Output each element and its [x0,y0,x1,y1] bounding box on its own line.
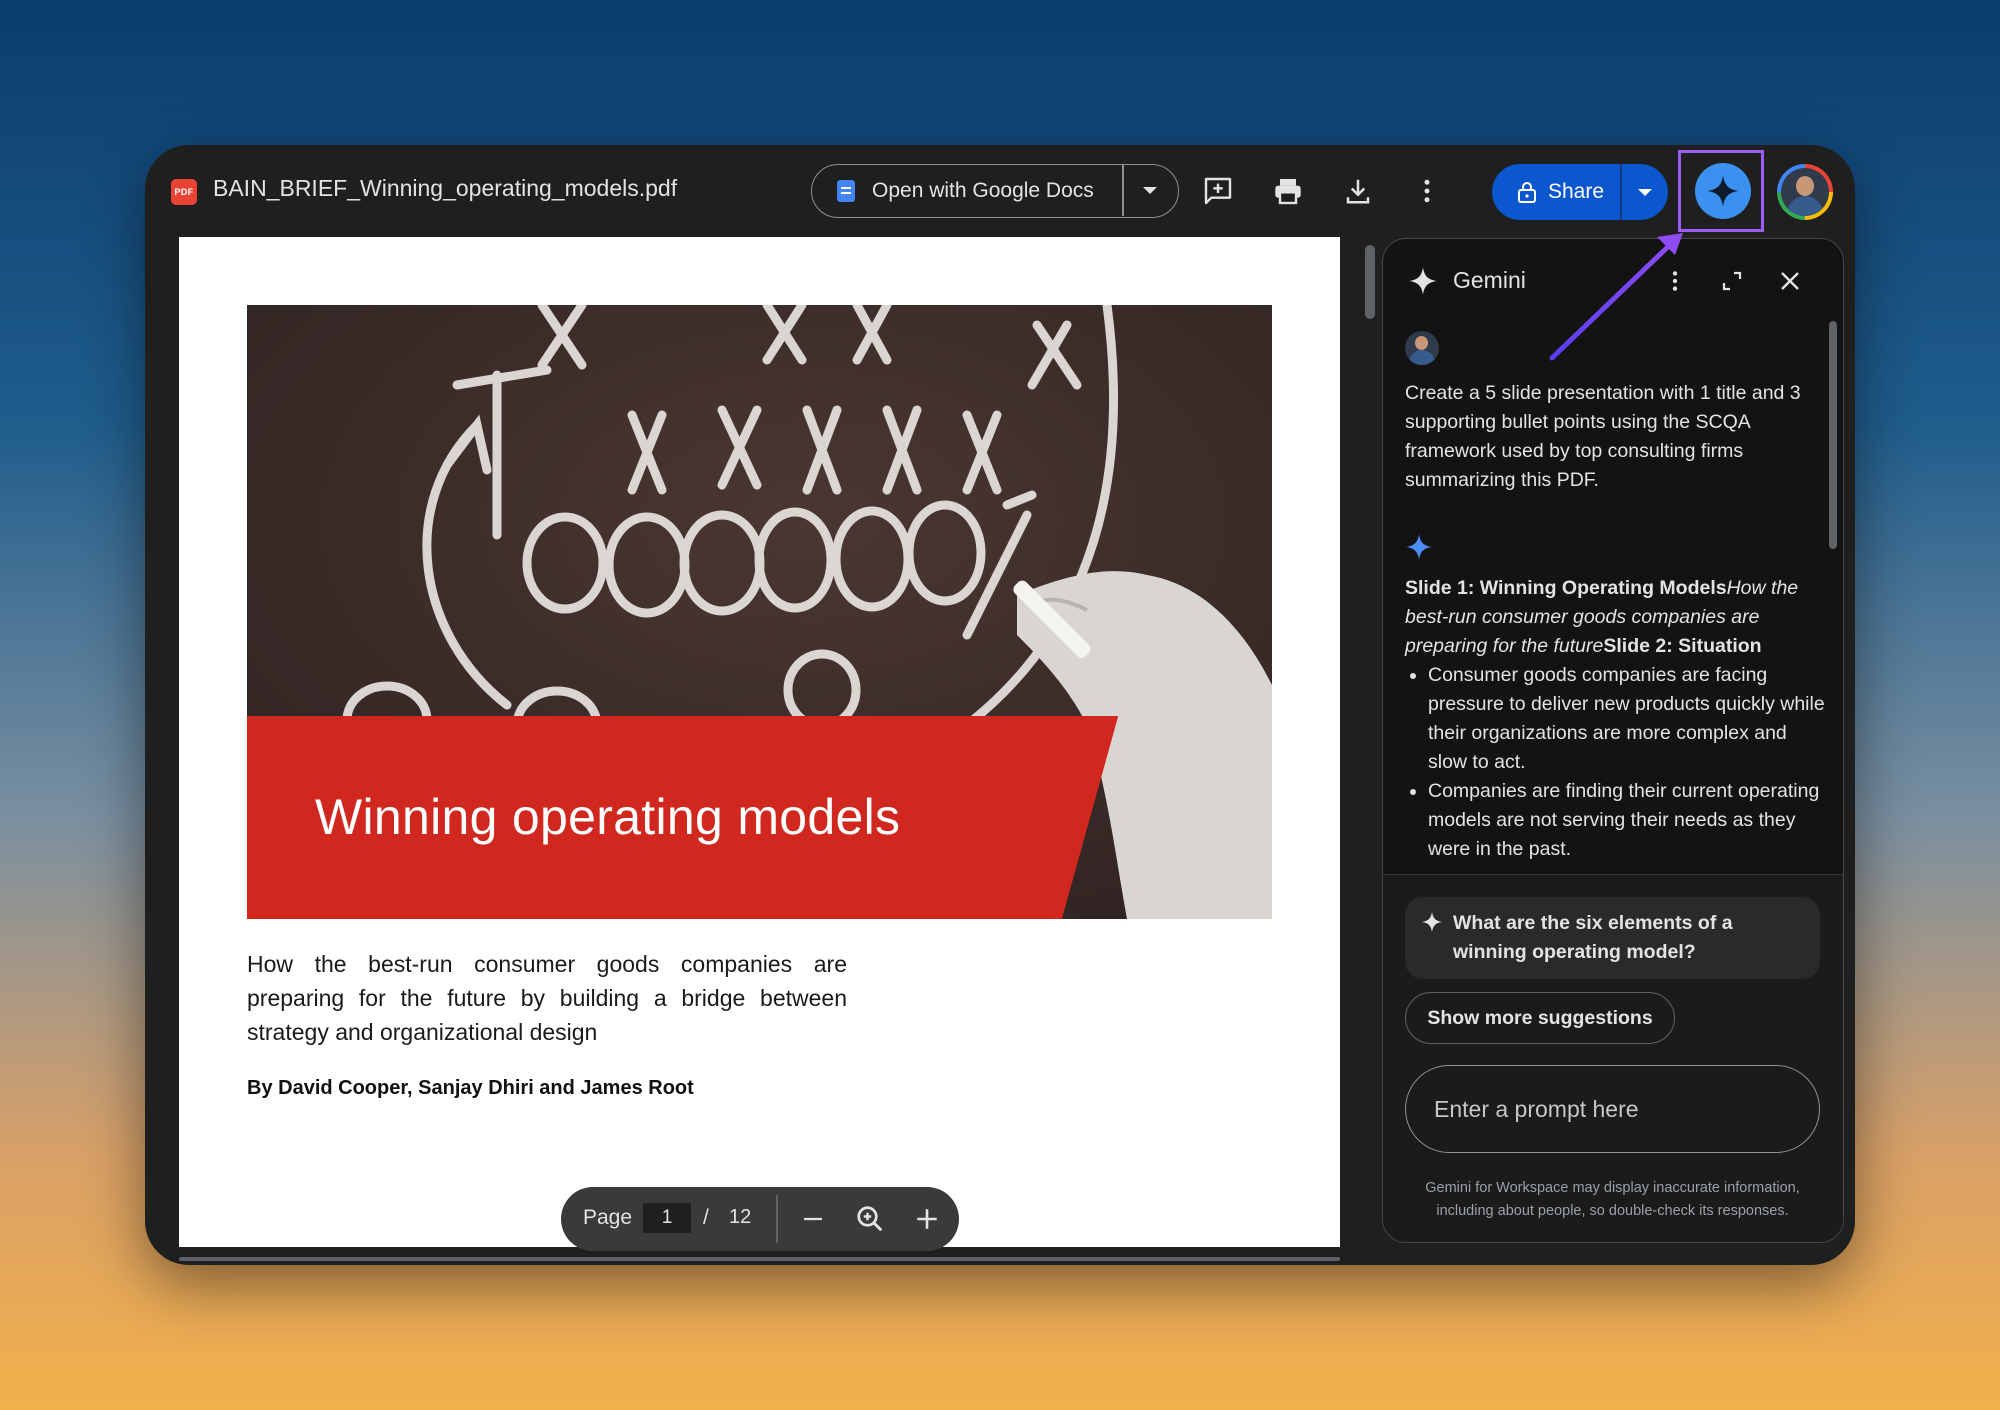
page-number-input[interactable]: 1 [643,1203,691,1233]
print-button[interactable] [1266,169,1310,213]
gemini-response-icon [1401,529,1437,565]
open-with-label: Open with Google Docs [872,178,1094,202]
horizontal-scrollbar[interactable] [179,1257,1340,1261]
caret-down-icon [1638,188,1652,196]
download-button[interactable] [1336,169,1380,213]
pdf-viewer-window: PDF BAIN_BRIEF_Winning_operating_models.… [145,145,1855,1265]
share-button[interactable]: Share [1492,164,1620,220]
pdf-file-icon: PDF [171,179,197,205]
user-prompt: Create a 5 slide presentation with 1 tit… [1405,382,1801,491]
top-bar: PDF BAIN_BRIEF_Winning_operating_models.… [145,145,1855,237]
lock-icon [1518,182,1536,203]
account-avatar-button[interactable] [1777,164,1833,220]
slide1-heading: Slide 1: Winning Operating Models [1405,577,1727,599]
slide2-bullets: Consumer goods companies are facing pres… [1405,661,1825,864]
caret-down-icon [1143,187,1157,194]
page-separator: / [703,1206,709,1229]
page-label: Page [583,1206,633,1229]
gemini-side-panel: Gemini Create a 5 slide presentation wit… [1382,238,1844,1243]
share-split-button: Share [1492,164,1668,220]
print-icon [1275,179,1301,205]
disclaimer: Gemini for Workspace may display inaccur… [1425,1180,1800,1219]
document-scrollbar[interactable] [1365,245,1375,319]
more-vert-icon [1672,271,1678,291]
share-dropdown-button[interactable] [1622,164,1668,220]
gemini-sparkle-icon [1406,534,1432,560]
document-authors: By David Cooper, Sanjay Dhiri and James … [247,1077,694,1099]
share-label: Share [1548,180,1605,203]
gemini-scrollbar[interactable] [1829,321,1837,549]
gemini-logo [1405,263,1441,299]
page-navigator: Page 1 / 12 [561,1187,959,1251]
suggestion-text: What are the six elements of a winning o… [1453,912,1733,963]
minus-icon [804,1217,822,1221]
zoom-icon [857,1206,883,1232]
list-item: Consumer goods companies are facing pres… [1428,661,1825,777]
open-with-dropdown-button[interactable] [1122,165,1178,216]
close-icon [1781,272,1799,290]
close-panel-button[interactable] [1772,263,1808,299]
gemini-panel-title: Gemini [1453,267,1526,293]
google-docs-icon [837,179,855,202]
download-icon [1346,179,1370,204]
gemini-button[interactable] [1695,163,1751,219]
add-comment-icon [1204,177,1232,205]
gemini-sparkle-icon [1409,267,1437,295]
add-comment-button[interactable] [1196,169,1240,213]
slide2-heading: Slide 2: Situation [1603,635,1762,657]
gemini-sparkle-icon [1707,175,1739,207]
plus-icon [917,1209,937,1229]
list-item: Companies are finding their current oper… [1428,777,1825,864]
sparkle-icon [1421,911,1443,933]
zoom-in-button[interactable] [905,1197,949,1241]
avatar [1781,168,1829,216]
prompt-input[interactable] [1405,1065,1820,1153]
document-subtitle: How the best-run consumer goods companie… [247,951,847,1045]
gemini-response: Slide 1: Winning Operating ModelsHow the… [1405,574,1825,864]
suggestion-chip[interactable]: What are the six elements of a winning o… [1405,897,1820,979]
gemini-more-options-button[interactable] [1657,263,1693,299]
zoom-button[interactable] [848,1197,892,1241]
file-name: BAIN_BRIEF_Winning_operating_models.pdf [213,175,678,201]
zoom-out-button[interactable] [791,1197,835,1241]
open-with-google-docs-split-button: Open with Google Docs [811,164,1179,218]
more-options-button[interactable] [1405,169,1449,213]
user-avatar [1405,331,1439,365]
expand-icon [1722,271,1742,291]
open-with-google-docs-button[interactable]: Open with Google Docs [812,165,1122,216]
pdf-page: Winning operating models How the best-ru… [179,237,1340,1247]
cover-image: Winning operating models [247,305,1272,919]
page-total: 12 [729,1206,752,1228]
more-vert-icon [1424,179,1430,203]
divider [776,1195,778,1243]
show-more-suggestions-button[interactable]: Show more suggestions [1405,992,1675,1044]
gemini-input-area: What are the six elements of a winning o… [1383,874,1843,1242]
expand-panel-button[interactable] [1714,263,1750,299]
document-title: Winning operating models [315,789,901,845]
